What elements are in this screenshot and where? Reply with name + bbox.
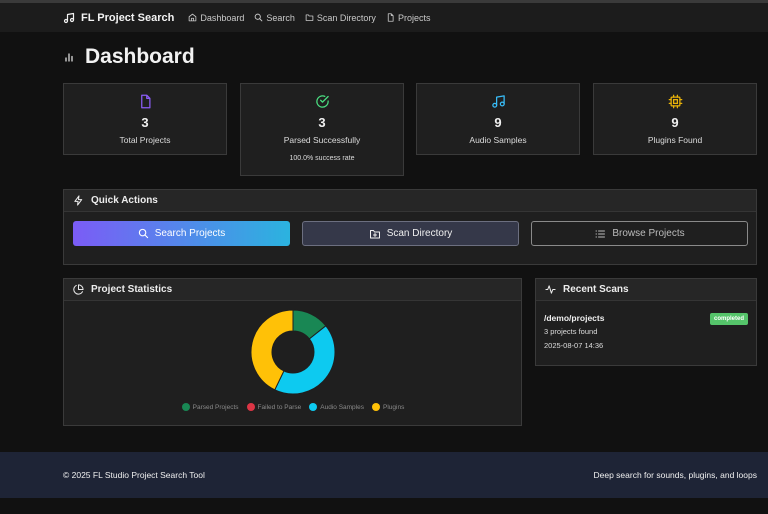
chart-legend: Parsed Projects Failed to Parse Audio Sa…	[64, 403, 522, 411]
scan-project-count: 3 projects found	[544, 327, 598, 336]
chip-icon	[668, 94, 682, 109]
browse-projects-button[interactable]: Browse Projects	[531, 221, 748, 246]
footer: © 2025 FL Studio Project Search Tool Dee…	[0, 452, 768, 498]
stat-label: Plugins Found	[647, 135, 703, 145]
legend-label: Audio Samples	[320, 403, 364, 411]
stat-label: Parsed Successfully	[283, 135, 361, 145]
stat-card-parsed-successfully: 3 Parsed Successfully 100.0% success rat…	[240, 83, 404, 176]
activity-icon	[545, 285, 556, 294]
search-icon	[138, 228, 148, 239]
legend-label: Failed to Parse	[257, 403, 302, 411]
project-statistics-panel: Project Statistics Parsed Projects Faile…	[63, 278, 522, 426]
nav-scan-directory[interactable]: Scan Directory	[305, 13, 376, 23]
recent-scans-panel: Recent Scans /demo/projects completed 3 …	[535, 278, 757, 366]
quick-actions-header: Quick Actions	[64, 190, 756, 212]
nav-projects[interactable]: Projects	[386, 12, 431, 23]
nav-search[interactable]: Search	[254, 13, 295, 23]
footer-tagline: Deep search for sounds, plugins, and loo…	[593, 470, 758, 480]
music-note-icon	[491, 95, 505, 108]
lightning-icon	[74, 195, 83, 206]
legend-item-plugins[interactable]: Plugins	[372, 403, 404, 411]
legend-swatch	[246, 403, 255, 411]
music-note-icon	[63, 12, 75, 23]
nav-search-label: Search	[266, 12, 295, 23]
search-icon	[255, 13, 263, 22]
stat-value: 9	[494, 115, 502, 130]
legend-swatch	[309, 403, 318, 411]
folder-icon	[305, 14, 314, 21]
scan-path[interactable]: /demo/projects	[544, 313, 604, 323]
stat-value: 3	[141, 115, 149, 130]
page-title: Dashboard	[85, 45, 195, 68]
brand-name: FL Project Search	[81, 11, 175, 24]
search-projects-button[interactable]: Search Projects	[73, 221, 290, 246]
donut-chart	[250, 309, 336, 395]
recent-scans-title: Recent Scans	[563, 284, 629, 295]
browse-projects-label: Browse Projects	[612, 228, 685, 239]
legend-swatch	[372, 403, 380, 411]
home-icon	[189, 13, 197, 22]
folder-plus-icon	[369, 229, 380, 238]
legend-label: Parsed Projects	[192, 403, 239, 411]
legend-swatch	[181, 403, 190, 411]
legend-label: Plugins	[383, 403, 405, 411]
file-icon	[387, 13, 394, 22]
check-circle-icon	[315, 95, 329, 108]
bar-chart-icon	[65, 53, 73, 62]
project-statistics-header: Project Statistics	[64, 279, 521, 301]
stat-card-audio-samples: 9 Audio Samples	[416, 83, 580, 155]
project-statistics-title: Project Statistics	[91, 284, 173, 295]
legend-item-failed[interactable]: Failed to Parse	[246, 403, 302, 411]
stat-label: Audio Samples	[469, 135, 527, 145]
file-icon	[140, 94, 150, 109]
stat-value: 9	[671, 115, 679, 130]
footer-copyright: © 2025 FL Studio Project Search Tool	[63, 470, 205, 480]
stat-label: Total Projects	[119, 135, 171, 145]
quick-actions-title: Quick Actions	[91, 195, 158, 206]
recent-scans-header: Recent Scans	[536, 279, 756, 301]
success-rate: 100.0% success rate	[289, 155, 355, 162]
stat-card-plugins-found: 9 Plugins Found	[593, 83, 757, 155]
quick-actions-panel: Quick Actions Search Projects Scan Direc…	[63, 189, 757, 265]
nav-projects-label: Projects	[397, 12, 431, 23]
search-projects-label: Search Projects	[154, 228, 226, 239]
scan-timestamp: 2025-08-07 14:36	[544, 341, 604, 350]
legend-item-parsed[interactable]: Parsed Projects	[181, 403, 239, 411]
pie-chart-icon	[73, 284, 84, 295]
page-bottom	[0, 498, 768, 514]
legend-item-audio[interactable]: Audio Samples	[309, 403, 364, 411]
brand[interactable]: FL Project Search	[63, 12, 174, 24]
scan-directory-label: Scan Directory	[386, 228, 453, 239]
status-badge: completed	[709, 313, 748, 325]
nav-dashboard[interactable]: Dashboard	[188, 13, 244, 23]
stat-card-total-projects: 3 Total Projects	[63, 83, 227, 155]
scan-directory-button[interactable]: Scan Directory	[302, 221, 519, 246]
donut-slice-audio-samples[interactable]	[274, 325, 336, 395]
nav-scan-directory-label: Scan Directory	[316, 12, 376, 23]
navbar: FL Project Search Dashboard Search Scan …	[0, 3, 768, 32]
page-header: Dashboard	[63, 45, 195, 69]
list-icon	[595, 230, 606, 237]
nav-dashboard-label: Dashboard	[200, 12, 245, 23]
stat-value: 3	[318, 115, 326, 130]
